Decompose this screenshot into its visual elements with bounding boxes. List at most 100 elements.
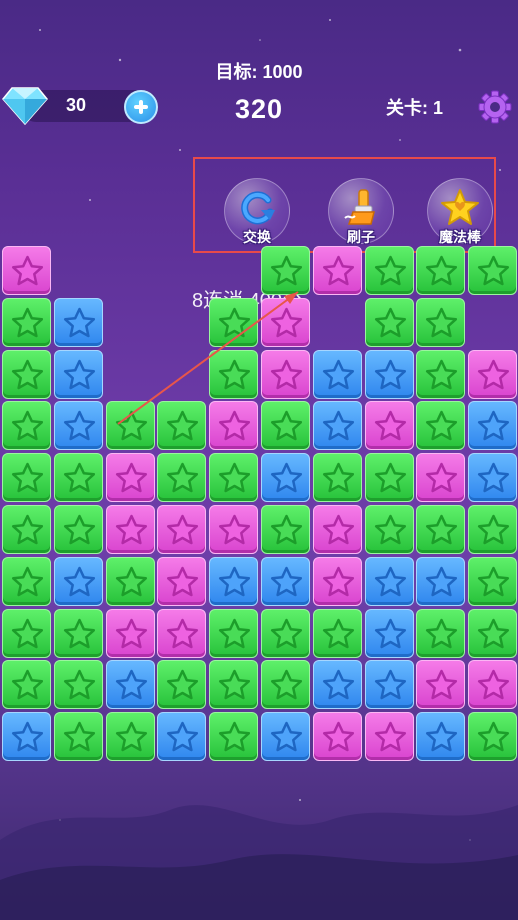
green-star-tile[interactable]	[157, 453, 206, 502]
swap-tool-button[interactable]: 交换	[224, 178, 290, 245]
green-star-tile[interactable]	[468, 505, 517, 554]
green-star-tile[interactable]	[468, 557, 517, 606]
green-star-tile[interactable]	[209, 660, 258, 709]
blue-star-tile[interactable]	[468, 453, 517, 502]
green-star-tile[interactable]	[54, 712, 103, 761]
blue-star-tile[interactable]	[365, 660, 414, 709]
blue-star-tile[interactable]	[365, 350, 414, 399]
green-star-tile[interactable]	[157, 401, 206, 450]
pink-star-tile[interactable]	[261, 350, 310, 399]
pink-star-tile[interactable]	[313, 712, 362, 761]
blue-star-tile[interactable]	[54, 557, 103, 606]
blue-star-tile[interactable]	[313, 350, 362, 399]
blue-star-tile[interactable]	[54, 401, 103, 450]
green-star-tile[interactable]	[209, 298, 258, 347]
pink-star-tile[interactable]	[365, 401, 414, 450]
green-star-tile[interactable]	[2, 453, 51, 502]
pink-star-tile[interactable]	[416, 660, 465, 709]
pink-star-tile[interactable]	[157, 557, 206, 606]
pink-star-tile[interactable]	[365, 712, 414, 761]
green-star-tile[interactable]	[313, 453, 362, 502]
green-star-tile[interactable]	[365, 453, 414, 502]
green-star-tile[interactable]	[416, 505, 465, 554]
green-star-tile[interactable]	[416, 298, 465, 347]
green-star-tile[interactable]	[416, 609, 465, 658]
blue-star-tile[interactable]	[261, 712, 310, 761]
star-icon	[477, 669, 510, 700]
blue-star-tile[interactable]	[313, 401, 362, 450]
magic-wand-tool-button[interactable]: 魔法棒	[427, 178, 493, 245]
blue-star-tile[interactable]	[365, 609, 414, 658]
pink-star-tile[interactable]	[468, 350, 517, 399]
star-icon	[477, 514, 510, 545]
blue-star-tile[interactable]	[416, 712, 465, 761]
pink-star-tile[interactable]	[313, 246, 362, 295]
pink-star-tile[interactable]	[313, 505, 362, 554]
green-star-tile[interactable]	[261, 660, 310, 709]
green-star-tile[interactable]	[365, 298, 414, 347]
pink-star-tile[interactable]	[416, 453, 465, 502]
pink-star-tile[interactable]	[157, 505, 206, 554]
blue-star-tile[interactable]	[365, 557, 414, 606]
green-star-tile[interactable]	[2, 557, 51, 606]
pink-star-tile[interactable]	[106, 505, 155, 554]
green-star-tile[interactable]	[2, 505, 51, 554]
settings-gear-icon[interactable]	[478, 90, 512, 124]
green-star-tile[interactable]	[468, 609, 517, 658]
green-star-tile[interactable]	[106, 401, 155, 450]
green-star-tile[interactable]	[54, 505, 103, 554]
pink-star-tile[interactable]	[157, 609, 206, 658]
blue-star-tile[interactable]	[261, 557, 310, 606]
green-star-tile[interactable]	[209, 609, 258, 658]
add-gems-button[interactable]	[124, 90, 158, 124]
green-star-tile[interactable]	[54, 660, 103, 709]
pink-star-tile[interactable]	[2, 246, 51, 295]
star-icon	[11, 255, 44, 286]
blue-star-tile[interactable]	[106, 660, 155, 709]
green-star-tile[interactable]	[209, 350, 258, 399]
green-star-tile[interactable]	[209, 453, 258, 502]
brush-tool-button[interactable]: 刷子	[328, 178, 394, 245]
green-star-tile[interactable]	[261, 246, 310, 295]
green-star-tile[interactable]	[2, 660, 51, 709]
blue-star-tile[interactable]	[209, 557, 258, 606]
blue-star-tile[interactable]	[157, 712, 206, 761]
green-star-tile[interactable]	[2, 298, 51, 347]
pink-star-tile[interactable]	[261, 298, 310, 347]
green-star-tile[interactable]	[416, 401, 465, 450]
green-star-tile[interactable]	[209, 712, 258, 761]
green-star-tile[interactable]	[261, 505, 310, 554]
blue-star-tile[interactable]	[54, 298, 103, 347]
green-star-tile[interactable]	[468, 712, 517, 761]
level-label: 关卡:	[386, 98, 428, 118]
green-star-tile[interactable]	[416, 350, 465, 399]
green-star-tile[interactable]	[2, 401, 51, 450]
pink-star-tile[interactable]	[209, 401, 258, 450]
green-star-tile[interactable]	[54, 453, 103, 502]
pink-star-tile[interactable]	[106, 609, 155, 658]
blue-star-tile[interactable]	[54, 350, 103, 399]
blue-star-tile[interactable]	[2, 712, 51, 761]
star-icon	[11, 410, 44, 441]
pink-star-tile[interactable]	[468, 660, 517, 709]
blue-star-tile[interactable]	[313, 660, 362, 709]
green-star-tile[interactable]	[54, 609, 103, 658]
green-star-tile[interactable]	[416, 246, 465, 295]
blue-star-tile[interactable]	[468, 401, 517, 450]
green-star-tile[interactable]	[468, 246, 517, 295]
green-star-tile[interactable]	[106, 557, 155, 606]
green-star-tile[interactable]	[365, 505, 414, 554]
green-star-tile[interactable]	[106, 712, 155, 761]
green-star-tile[interactable]	[261, 401, 310, 450]
green-star-tile[interactable]	[157, 660, 206, 709]
green-star-tile[interactable]	[313, 609, 362, 658]
green-star-tile[interactable]	[2, 350, 51, 399]
pink-star-tile[interactable]	[209, 505, 258, 554]
green-star-tile[interactable]	[365, 246, 414, 295]
pink-star-tile[interactable]	[313, 557, 362, 606]
green-star-tile[interactable]	[261, 609, 310, 658]
pink-star-tile[interactable]	[106, 453, 155, 502]
blue-star-tile[interactable]	[416, 557, 465, 606]
green-star-tile[interactable]	[2, 609, 51, 658]
blue-star-tile[interactable]	[261, 453, 310, 502]
